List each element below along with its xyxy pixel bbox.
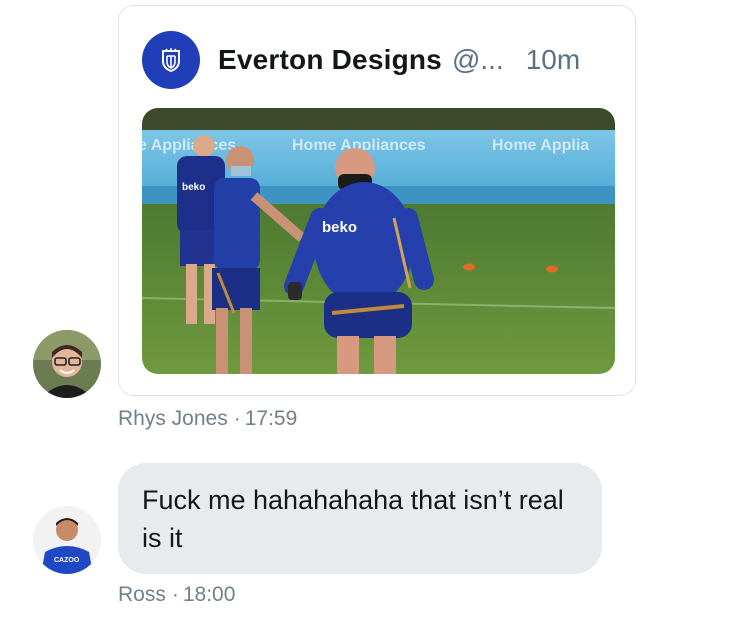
message-time: 17:59 [244, 407, 298, 430]
ad-board-text-left: e Appliances [142, 137, 236, 154]
tweet-timestamp: 10m [525, 44, 581, 75]
ad-board-text-right: Home Applia [492, 137, 589, 154]
tweet-photo[interactable]: e Appliances Home Appliances Home Applia [142, 108, 615, 374]
everton-crest-icon [162, 48, 180, 73]
sender-name: Ross [118, 583, 166, 606]
message-bubble-ross[interactable]: Fuck me hahahahaha that isn’t real is it [118, 463, 602, 574]
svg-text:beko: beko [182, 182, 205, 193]
tweet-header: Everton Designs @... 10m [142, 30, 580, 90]
avatar-rhys-jones[interactable] [33, 330, 101, 398]
football-training-photo: e Appliances Home Appliances Home Applia [142, 108, 615, 374]
message-meta-ross: Ross · 18:00 [118, 583, 235, 607]
sender-name: Rhys Jones [118, 407, 228, 430]
tweet-author-handle: @... [451, 44, 504, 75]
message-meta-rhys: Rhys Jones · 17:59 [118, 407, 297, 431]
message-text: Fuck me hahahahaha that isn’t real is it [142, 485, 564, 553]
meta-separator: · [171, 583, 179, 606]
shared-tweet-card[interactable]: Everton Designs @... 10m e Appliances Ho… [118, 5, 636, 396]
avatar-ross[interactable]: CAZOO [33, 506, 101, 574]
ross-shirt-sponsor: CAZOO [54, 557, 80, 564]
ross-profile-photo: CAZOO [33, 506, 101, 574]
message-time: 18:00 [182, 583, 236, 606]
dm-thread: Everton Designs @... 10m e Appliances Ho… [0, 0, 744, 624]
rhys-profile-photo [33, 330, 101, 398]
tweet-author-name[interactable]: Everton Designs [218, 44, 442, 76]
meta-separator: · [233, 407, 241, 430]
svg-text:beko: beko [322, 219, 357, 236]
everton-designs-avatar[interactable] [142, 31, 200, 89]
